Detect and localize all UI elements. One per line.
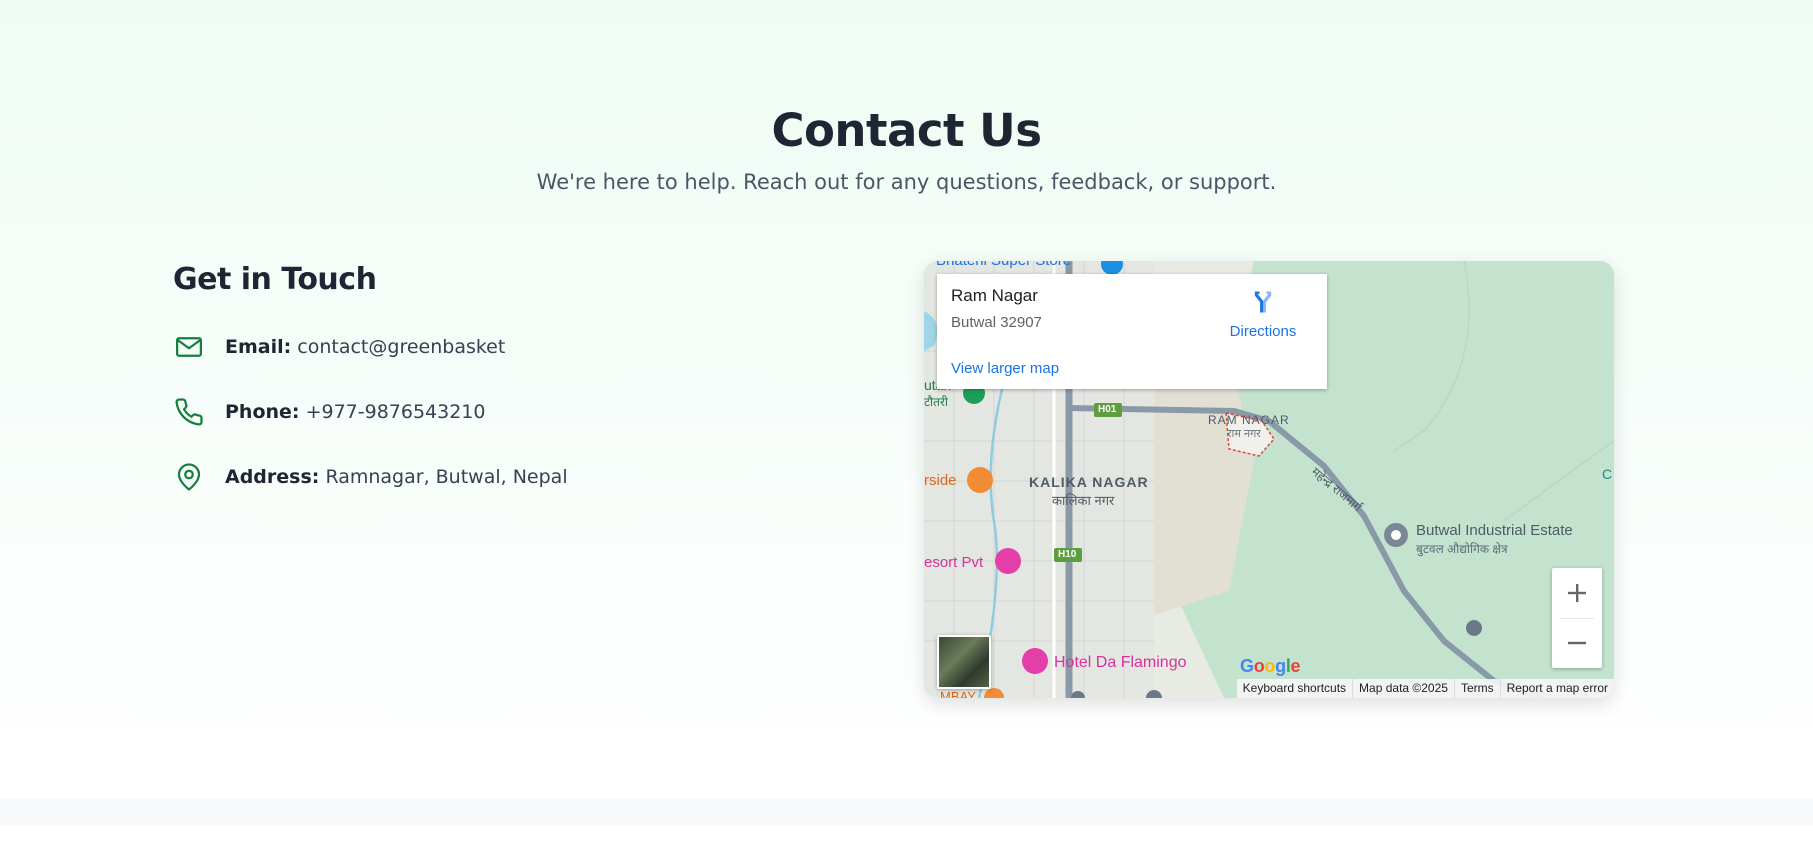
- contact-phone-row: Phone: +977-9876543210: [173, 392, 486, 432]
- contact-email-row: Email: contact@greenbasket: [173, 327, 505, 367]
- phone-icon: [173, 396, 205, 428]
- contact-address-row: Address: Ramnagar, Butwal, Nepal: [173, 457, 568, 497]
- zoom-controls: [1552, 568, 1602, 668]
- map-label-h01: H01: [1098, 404, 1117, 415]
- map-label-ram-nagar-np: राम नगर: [1227, 428, 1261, 440]
- embedded-map[interactable]: Bhateni Super Store utan टौतरी H01 H10 R…: [924, 261, 1614, 698]
- map-label-industrial: Butwal Industrial Estate: [1416, 522, 1573, 539]
- map-data-text: Map data ©2025: [1352, 679, 1454, 698]
- zoom-in-button[interactable]: [1552, 568, 1602, 618]
- page-title: Contact Us: [771, 104, 1042, 157]
- place-name: Ram Nagar: [951, 286, 1038, 305]
- view-larger-map-link[interactable]: View larger map: [951, 360, 1059, 377]
- address-label: Address:: [225, 466, 320, 488]
- place-address: Butwal 32907: [951, 314, 1042, 331]
- map-attribution-bar: Keyboard shortcuts Map data ©2025 Terms …: [1236, 679, 1614, 698]
- google-logo: Google: [1240, 656, 1301, 676]
- footer-strip: [0, 798, 1813, 826]
- map-label-riverside: rside: [924, 472, 957, 489]
- keyboard-shortcuts-link[interactable]: Keyboard shortcuts: [1237, 679, 1352, 698]
- map-label-bottom-partial: MBAY: [940, 689, 976, 698]
- map-label-kalika: KALIKA NAGAR: [1029, 474, 1149, 490]
- map-label-kalika-np: कालिका नगर: [1052, 493, 1115, 508]
- report-map-error-link[interactable]: Report a map error: [1499, 679, 1614, 698]
- map-label-resort: esort Pvt: [924, 554, 984, 571]
- location-pin-icon: [173, 461, 205, 493]
- mail-icon: [173, 331, 205, 363]
- map-label-industrial-np: बुटवल औद्योगिक क्षेत्र: [1416, 542, 1508, 556]
- contact-section: Contact Us We're here to help. Reach out…: [0, 0, 1813, 798]
- map-label-edge-c: C: [1602, 466, 1613, 482]
- map-label-hotel: Hotel Da Flamingo: [1054, 654, 1187, 671]
- address-value: Ramnagar, Butwal, Nepal: [325, 466, 568, 488]
- zoom-out-button[interactable]: [1552, 618, 1602, 668]
- plus-icon: [1568, 584, 1586, 602]
- map-label-h10: H10: [1058, 549, 1077, 560]
- directions-icon: [1249, 291, 1277, 320]
- phone-label: Phone:: [225, 401, 300, 423]
- map-label-ram-nagar: RAM NAGAR: [1208, 413, 1290, 427]
- phone-value: +977-9876543210: [305, 401, 486, 423]
- map-label-store: Bhateni Super Store: [936, 261, 1071, 269]
- terms-link[interactable]: Terms: [1453, 679, 1500, 698]
- page-subtitle: We're here to help. Reach out for any qu…: [536, 170, 1277, 194]
- directions-label: Directions: [1229, 323, 1297, 340]
- satellite-toggle-button[interactable]: [937, 635, 991, 689]
- email-label: Email:: [225, 336, 292, 358]
- directions-button[interactable]: Directions: [1223, 288, 1303, 340]
- place-info-card: Ram Nagar Butwal 32907 View larger map D…: [937, 274, 1327, 389]
- email-value: contact@greenbasket: [297, 336, 506, 358]
- get-in-touch-heading: Get in Touch: [173, 262, 377, 297]
- minus-icon: [1568, 641, 1586, 645]
- map-label-tan-np: टौतरी: [924, 395, 949, 409]
